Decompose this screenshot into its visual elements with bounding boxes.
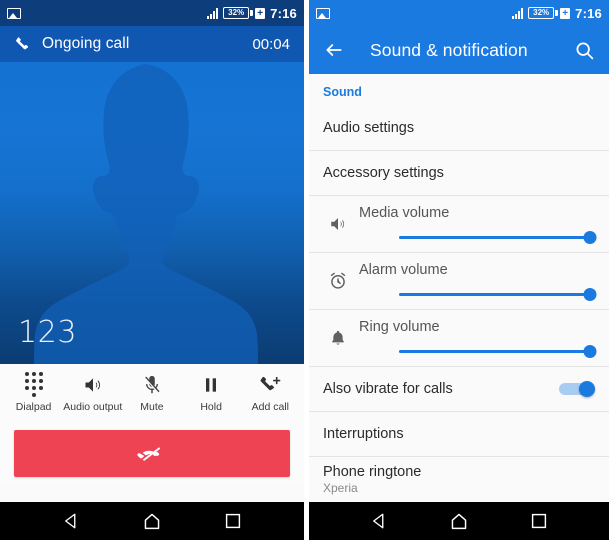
nav-back-button[interactable] <box>359 502 399 540</box>
add-call-label: Add call <box>251 400 290 413</box>
status-bar-right-icons-settings: 32% 7:16 <box>512 6 602 21</box>
status-bar-call: 32% 7:16 <box>0 0 304 26</box>
back-arrow-icon[interactable] <box>323 40 345 60</box>
end-call-icon <box>137 447 161 461</box>
list-item-accessory-settings[interactable]: Accessory settings <box>309 151 609 196</box>
settings-app-bar: Sound & notification <box>309 26 609 74</box>
list-item-sublabel: Xperia <box>323 481 358 495</box>
nav-bar-settings <box>309 502 609 540</box>
battery-charging-icon <box>560 7 571 19</box>
back-triangle-icon <box>373 513 384 529</box>
list-item-audio-settings[interactable]: Audio settings <box>309 106 609 151</box>
list-item-phone-ringtone[interactable]: Phone ringtone Xperia <box>309 457 609 502</box>
nav-back-button[interactable] <box>51 502 91 540</box>
call-phone-number: 123 <box>18 315 78 350</box>
photo-icon <box>316 7 330 19</box>
call-action-bar: Dialpad Audio output Mute Hold Add call <box>0 364 304 420</box>
volume-row-media[interactable]: Media volume <box>309 196 609 253</box>
nav-home-button[interactable] <box>439 502 479 540</box>
call-header-bar: Ongoing call 00:04 <box>0 26 304 62</box>
audio-output-button[interactable]: Audio output <box>63 374 123 413</box>
dialpad-icon <box>24 372 43 397</box>
status-bar-left-icons <box>7 7 21 19</box>
slider-thumb[interactable] <box>583 231 597 244</box>
sound-notification-settings-screen: 32% 7:16 Sound & notification Sound Audi… <box>309 0 609 540</box>
end-call-button[interactable] <box>14 429 290 477</box>
nav-bar-call <box>0 502 304 540</box>
volume-row-alarm[interactable]: Alarm volume <box>309 253 609 310</box>
phone-handset-icon <box>16 36 29 49</box>
vibrate-toggle-switch[interactable] <box>559 381 595 397</box>
slider-fill <box>399 350 590 353</box>
media-volume-slider[interactable] <box>399 229 597 245</box>
volume-row-ring[interactable]: Ring volume <box>309 310 609 367</box>
alarm-volume-slider[interactable] <box>399 286 597 302</box>
recents-square-icon <box>531 513 547 529</box>
photo-icon <box>7 7 21 19</box>
status-bar-settings: 32% 7:16 <box>309 0 609 26</box>
list-item-vibrate-for-calls[interactable]: Also vibrate for calls <box>309 367 609 412</box>
alarm-clock-icon <box>321 271 355 291</box>
list-item-label: Interruptions <box>323 426 404 442</box>
battery-percent-label: 32% <box>533 8 550 17</box>
mute-label: Mute <box>140 400 164 413</box>
call-status-title: Ongoing call <box>42 35 130 52</box>
nav-home-button[interactable] <box>132 502 172 540</box>
list-item-label: Audio settings <box>323 120 415 136</box>
battery-icon: 32% <box>528 7 571 19</box>
speaker-icon <box>321 215 355 233</box>
contact-avatar-area: 123 <box>0 62 304 364</box>
battery-icon: 32% <box>223 7 266 19</box>
signal-bars-icon <box>512 7 524 19</box>
call-timer: 00:04 <box>252 35 290 53</box>
recents-square-icon <box>226 513 241 529</box>
list-item-label: Also vibrate for calls <box>323 381 453 397</box>
dialpad-label: Dialpad <box>15 400 52 413</box>
slider-fill <box>399 236 590 239</box>
home-icon <box>451 513 467 530</box>
status-bar-clock: 7:16 <box>270 5 297 21</box>
pause-icon <box>201 374 221 396</box>
list-item-interruptions[interactable]: Interruptions <box>309 412 609 457</box>
toggle-thumb <box>579 381 595 397</box>
signal-bars-icon <box>207 7 219 19</box>
settings-list: Sound Audio settings Accessory settings … <box>309 74 609 502</box>
back-triangle-icon <box>64 513 76 529</box>
search-icon[interactable] <box>574 40 595 61</box>
list-item-label: Phone ringtone <box>323 464 422 480</box>
status-bar-clock: 7:16 <box>575 5 602 21</box>
volume-label: Alarm volume <box>359 262 448 278</box>
audio-output-label: Audio output <box>63 400 123 413</box>
slider-thumb[interactable] <box>583 288 597 301</box>
battery-percent-label: 32% <box>228 8 245 17</box>
status-bar-left-icons-settings <box>316 7 330 19</box>
hold-label: Hold <box>200 400 222 413</box>
dialpad-button[interactable]: Dialpad <box>5 372 63 413</box>
home-icon <box>144 513 160 530</box>
end-call-area <box>0 420 304 486</box>
speaker-icon <box>82 374 104 396</box>
list-item-label: Accessory settings <box>323 165 444 181</box>
bell-icon <box>321 328 355 348</box>
mute-button[interactable]: Mute <box>123 374 181 413</box>
microphone-muted-icon <box>141 374 163 396</box>
add-call-button[interactable]: Add call <box>241 374 299 413</box>
page-title: Sound & notification <box>370 39 528 60</box>
hold-button[interactable]: Hold <box>182 374 240 413</box>
nav-recents-button[interactable] <box>213 502 253 540</box>
section-header-sound: Sound <box>323 85 362 99</box>
volume-label: Ring volume <box>359 319 440 335</box>
battery-charging-icon <box>255 7 266 19</box>
slider-thumb[interactable] <box>583 345 597 358</box>
ring-volume-slider[interactable] <box>399 343 597 359</box>
in-call-screen: 32% 7:16 Ongoing call 00:04 123 <box>0 0 304 540</box>
dual-screenshot: 32% 7:16 Ongoing call 00:04 123 <box>0 0 609 540</box>
volume-label: Media volume <box>359 205 450 221</box>
nav-recents-button[interactable] <box>519 502 559 540</box>
add-call-icon <box>259 374 282 396</box>
status-bar-right-icons: 32% 7:16 <box>207 6 297 21</box>
slider-fill <box>399 293 590 296</box>
